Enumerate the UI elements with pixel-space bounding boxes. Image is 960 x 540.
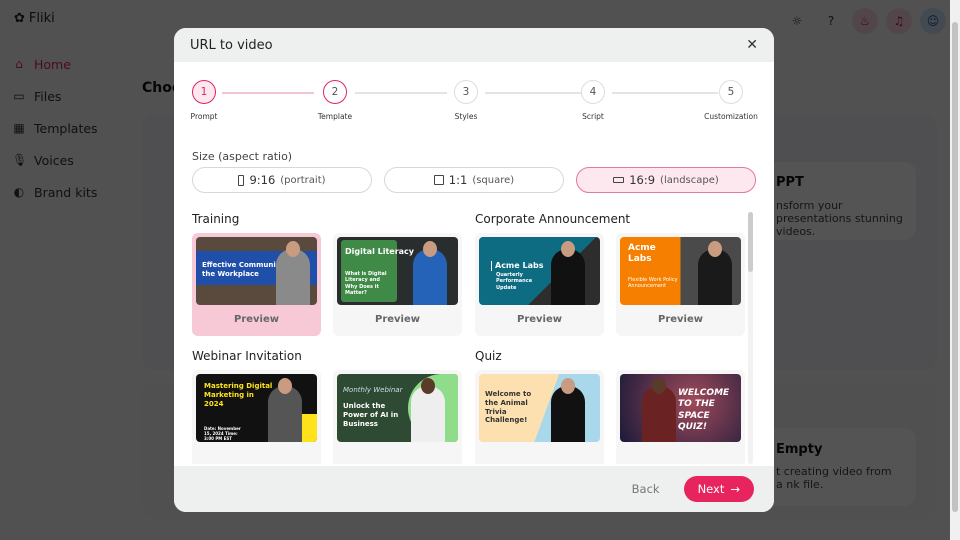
template-list-scrollbar[interactable] [748, 212, 753, 464]
modal-title: URL to video [190, 37, 273, 53]
help-icon[interactable]: ? [818, 8, 844, 34]
step-prompt: 1 Prompt [174, 80, 234, 121]
size-portrait-button[interactable]: 9:16 (portrait) [192, 167, 372, 193]
template-card[interactable]: Mastering Digital Marketing in 2024 Date:… [192, 370, 321, 464]
ppt-card-title: PPT [776, 175, 804, 190]
bell-icon[interactable]: ♫ [886, 8, 912, 34]
square-icon [433, 175, 444, 185]
close-icon[interactable]: ✕ [746, 37, 758, 53]
empty-card-desc: t creating video from a nk file. [776, 465, 892, 491]
page-scrollbar[interactable] [950, 0, 960, 540]
sidebar-nav: ⌂ Home ▭ Files ▦ Templates 🎙︎ Voices ◐ Brand … [12, 48, 98, 208]
layout-icon: ▦ [13, 121, 25, 135]
palette-icon: ◐ [13, 185, 25, 199]
template-card[interactable]: WELCOME TO THE SPACE QUIZ! [616, 370, 745, 464]
step-template: 2 Template [305, 80, 365, 121]
template-card[interactable]: Acme Labs Quarterly Performance Update Pr… [475, 233, 604, 336]
size-label: Size (aspect ratio) [192, 150, 293, 163]
template-list[interactable]: Training Corporate Announcement Effectiv… [192, 208, 762, 464]
template-card[interactable]: Monthly Webinar Unlock the Power of AI in… [333, 370, 462, 464]
home-icon: ⌂ [15, 57, 23, 71]
template-card[interactable]: Digital Literacy What is Digital Literacy… [333, 233, 462, 336]
logo[interactable]: ✿ Fliki [14, 11, 55, 26]
template-card[interactable]: Acme Labs Flexible Work Policy Announceme… [616, 233, 745, 336]
fliki-logo-icon: ✿ [14, 11, 25, 26]
sidebar-item-voices[interactable]: 🎙︎ Voices [12, 144, 98, 176]
sidebar-item-files[interactable]: ▭ Files [12, 80, 98, 112]
size-landscape-button[interactable]: 16:9 (landscape) [576, 167, 756, 193]
step-styles: 3 Styles [436, 80, 496, 121]
category-quiz: Quiz [475, 349, 502, 363]
portrait-icon [238, 174, 245, 186]
arrow-right-icon: → [730, 482, 740, 496]
fire-icon[interactable]: ♨ [852, 8, 878, 34]
back-button[interactable]: Back [620, 476, 672, 502]
ppt-card-desc: nsform your presentations stunning video… [776, 199, 903, 238]
modal-footer: Back Next → [174, 466, 774, 512]
empty-card-title: Empty [776, 442, 823, 457]
user-avatar-icon[interactable]: ☺ [920, 8, 946, 34]
url-to-video-modal: URL to video ✕ 1 Prompt 2 Template 3 Styles… [174, 28, 774, 512]
modal-header: URL to video ✕ [174, 28, 774, 62]
category-webinar: Webinar Invitation [192, 349, 302, 363]
step-script: 4 Script [563, 80, 623, 121]
mic-icon: 🎙︎ [12, 153, 28, 167]
theme-sun-icon[interactable]: ☼ [784, 8, 810, 34]
size-square-button[interactable]: 1:1 (square) [384, 167, 564, 193]
sidebar-item-home[interactable]: ⌂ Home [12, 48, 98, 80]
template-card[interactable]: Effective Communication in the Workplace… [192, 233, 321, 336]
sidebar-item-brand-kits[interactable]: ◐ Brand kits [12, 176, 98, 208]
step-customization: 5 Customization [701, 80, 761, 121]
sidebar-item-templates[interactable]: ▦ Templates [12, 112, 97, 144]
stepper: 1 Prompt 2 Template 3 Styles 4 Script 5 Custo… [191, 80, 758, 121]
folder-icon: ▭ [13, 89, 25, 103]
template-card[interactable]: Welcome to the Animal Trivia Challenge! [475, 370, 604, 464]
landscape-icon [613, 177, 625, 183]
aspect-ratio-selector: 9:16 (portrait) 1:1 (square) 16:9 (landscap… [192, 167, 756, 193]
category-corporate: Corporate Announcement [475, 212, 631, 226]
next-button[interactable]: Next → [683, 476, 754, 502]
top-toolbar: ☼ ? ♨ ♫ ☺ [784, 8, 946, 34]
category-training: Training [192, 212, 240, 226]
